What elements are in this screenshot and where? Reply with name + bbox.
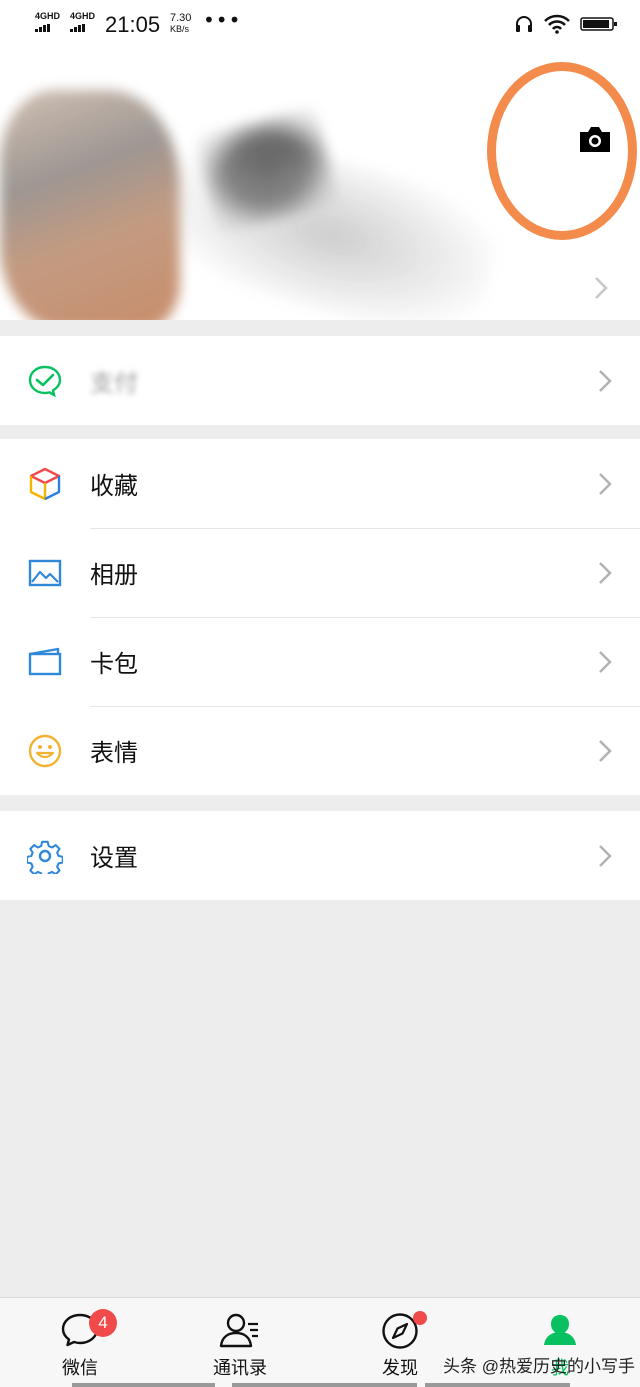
wifi-icon	[544, 14, 570, 34]
network-type-label: 4GHD	[35, 11, 61, 21]
tab-label: 通讯录	[213, 1358, 267, 1378]
menu-item-label: 收藏	[90, 473, 138, 500]
gear-icon	[27, 840, 63, 874]
gesture-bar	[72, 1383, 215, 1387]
menu-item-label: 设置	[90, 845, 138, 872]
menu-item-stickers[interactable]: 表情	[0, 706, 640, 795]
menu-item-label: 相册	[90, 562, 138, 589]
gesture-bar	[232, 1383, 417, 1387]
battery-icon	[580, 17, 617, 31]
clock: 21:05	[105, 12, 161, 37]
menu-item-pay[interactable]: 支付	[0, 336, 640, 425]
network-type-label: 4GHD	[70, 11, 96, 21]
tab-chats[interactable]: 4 微信	[25, 1298, 135, 1387]
smiley-face-icon	[28, 734, 62, 767]
chevron-right-icon	[599, 561, 612, 584]
network-speed: 7.30 KB/s	[170, 13, 191, 35]
album-picture-icon	[28, 559, 62, 586]
chevron-right-icon	[599, 650, 612, 673]
card-wallet-icon	[28, 647, 62, 675]
pay-icon	[28, 365, 62, 397]
menu-item-label: 表情	[90, 740, 138, 767]
signal-indicator-2: 4GHD	[70, 11, 96, 32]
chevron-right-icon	[599, 369, 612, 392]
chevron-right-icon	[599, 472, 612, 495]
new-dot-indicator	[413, 1311, 427, 1325]
contacts-person-icon	[219, 1313, 258, 1348]
settings-group: 设置	[0, 811, 640, 900]
tab-label: 发现	[382, 1358, 418, 1378]
network-speed-value: 7.30	[170, 12, 192, 24]
avatar[interactable]	[0, 90, 180, 320]
profile-header[interactable]	[0, 50, 640, 320]
menu-item-label: 卡包	[90, 651, 138, 678]
favorites-cube-icon	[29, 467, 61, 500]
network-speed-unit: KB/s	[170, 24, 190, 34]
chevron-right-icon	[595, 277, 608, 299]
menu-item-cards[interactable]: 卡包	[0, 617, 640, 706]
annotation-circle	[487, 62, 637, 240]
pay-group: 支付	[0, 336, 640, 425]
more-indicator: •••	[203, 8, 242, 32]
menu-item-album[interactable]: 相册	[0, 528, 640, 617]
status-icons	[514, 14, 620, 34]
watermark: 头条 @热爱历史的小写手	[443, 1357, 635, 1376]
menu-item-settings[interactable]: 设置	[0, 811, 640, 900]
chevron-right-icon	[599, 844, 612, 867]
menu-item-favorites[interactable]: 收藏	[0, 439, 640, 528]
chevron-right-icon	[599, 739, 612, 762]
tab-label: 微信	[62, 1358, 98, 1378]
status-bar: 4GHD 4GHD 21:05 7.30 KB/s •••	[0, 0, 640, 50]
signal-indicator-1: 4GHD	[35, 11, 61, 32]
person-filled-icon	[544, 1315, 576, 1345]
tab-discover[interactable]: 发现	[345, 1298, 455, 1387]
unread-badge: 4	[89, 1309, 117, 1337]
wechat-id-redaction	[151, 119, 509, 320]
headphones-icon	[516, 16, 532, 32]
features-group: 收藏 相册 卡包 表情	[0, 439, 640, 795]
tab-contacts[interactable]: 通讯录	[185, 1298, 295, 1387]
menu-item-label: 支付	[90, 370, 138, 397]
gesture-bar	[425, 1383, 570, 1387]
